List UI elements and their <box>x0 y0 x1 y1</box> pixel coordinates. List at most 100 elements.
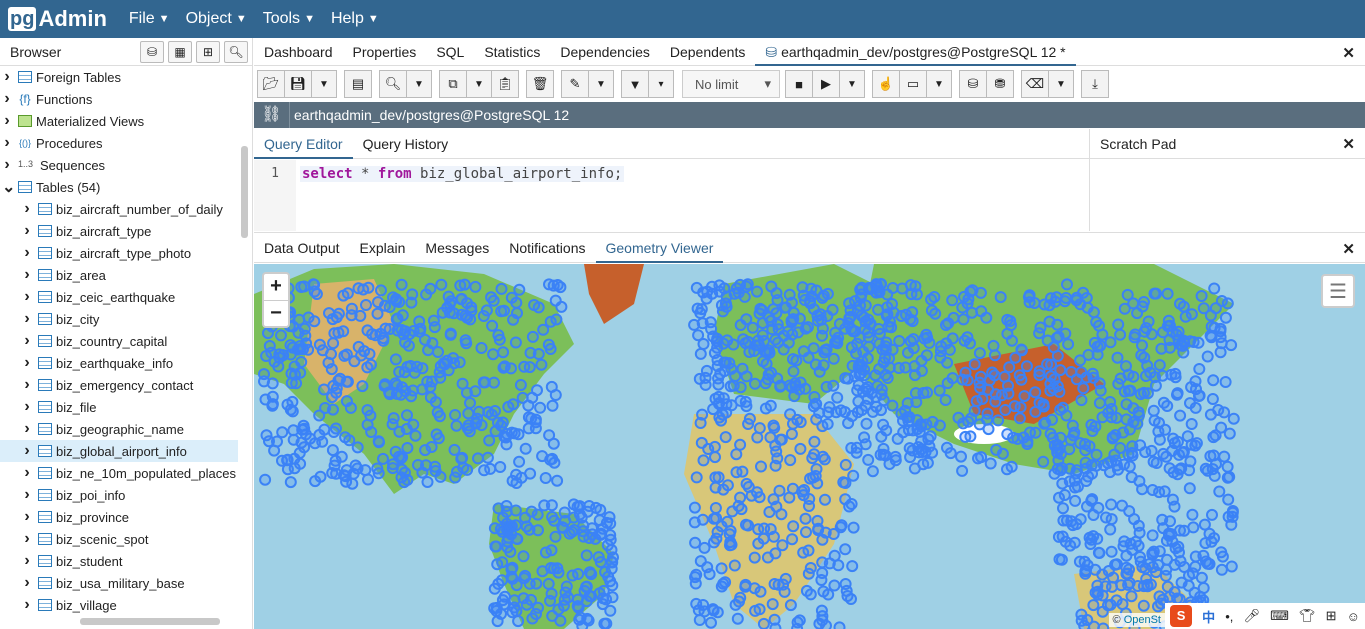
airport-point[interactable] <box>478 464 491 477</box>
airport-point[interactable] <box>880 424 893 437</box>
airport-point[interactable] <box>742 418 755 430</box>
menu-tools[interactable]: Tools ▼ <box>263 10 315 28</box>
airport-point[interactable] <box>491 558 504 571</box>
airport-point[interactable] <box>808 435 821 448</box>
airport-point[interactable] <box>313 428 326 441</box>
airport-point[interactable] <box>1206 508 1218 521</box>
airport-point[interactable] <box>319 402 332 414</box>
airport-point[interactable] <box>761 551 774 564</box>
airport-point[interactable] <box>756 304 769 317</box>
airport-point[interactable] <box>723 528 736 541</box>
airport-point[interactable] <box>351 441 364 454</box>
tree-item[interactable]: › biz_geographic_name <box>0 418 238 440</box>
airport-point[interactable] <box>348 355 361 368</box>
airport-point[interactable] <box>921 456 934 469</box>
airport-point[interactable] <box>904 335 917 348</box>
airport-point[interactable] <box>549 530 562 543</box>
airport-point[interactable] <box>1164 515 1176 528</box>
airport-point[interactable] <box>855 404 868 416</box>
airport-point[interactable] <box>421 476 434 488</box>
airport-point[interactable] <box>1128 331 1141 344</box>
airport-point[interactable] <box>1089 420 1102 433</box>
tree-item[interactable]: › biz_usa_military_base <box>0 572 238 594</box>
airport-point[interactable] <box>708 347 721 359</box>
airport-point[interactable] <box>389 353 402 366</box>
airport-point[interactable] <box>360 299 372 311</box>
airport-point[interactable] <box>842 417 855 430</box>
tree-item[interactable]: › biz_aircraft_type_photo <box>0 242 238 264</box>
airport-point[interactable] <box>604 517 617 530</box>
airport-point[interactable] <box>1123 460 1136 473</box>
airport-point[interactable] <box>770 287 783 300</box>
airport-point[interactable] <box>488 602 501 615</box>
airport-point[interactable] <box>383 386 396 399</box>
airport-point[interactable] <box>699 378 712 391</box>
airport-point[interactable] <box>1054 364 1067 377</box>
chevron-right-icon[interactable]: › <box>2 156 12 174</box>
airport-point[interactable] <box>490 540 503 553</box>
airport-point[interactable] <box>1018 390 1031 403</box>
airport-point[interactable] <box>1105 411 1118 424</box>
airport-point[interactable] <box>893 335 906 347</box>
tab-query-tool[interactable]: ⛁ earthqadmin_dev/postgres@PostgreSQL 12 … <box>755 38 1076 66</box>
tree-item[interactable]: › biz_country_capital <box>0 330 238 352</box>
airport-point[interactable] <box>892 362 905 374</box>
chevron-right-icon[interactable]: › <box>22 332 32 350</box>
osm-link[interactable]: OpenSt <box>1124 614 1161 626</box>
airport-point[interactable] <box>1195 571 1208 584</box>
stop-icon[interactable]: ■ <box>785 70 813 98</box>
airport-point[interactable] <box>1116 598 1129 611</box>
airport-point[interactable] <box>383 323 396 335</box>
airport-point[interactable] <box>487 294 500 307</box>
airport-point[interactable] <box>1114 372 1127 385</box>
airport-point[interactable] <box>1165 368 1178 381</box>
airport-point[interactable] <box>443 306 456 319</box>
airport-point[interactable] <box>1063 443 1076 456</box>
airport-point[interactable] <box>1174 409 1187 422</box>
airport-point[interactable] <box>507 398 520 411</box>
tree-item[interactable]: ⌄ Tables (54) <box>0 176 238 198</box>
airport-point[interactable] <box>1218 406 1231 419</box>
airport-point[interactable] <box>787 306 800 319</box>
airport-point[interactable] <box>1110 558 1123 571</box>
tree-item[interactable]: › biz_village <box>0 594 238 614</box>
airport-point[interactable] <box>510 468 523 481</box>
airport-point[interactable] <box>531 384 543 397</box>
airport-point[interactable] <box>1120 360 1132 373</box>
airport-point[interactable] <box>444 328 457 341</box>
airport-point[interactable] <box>1117 426 1130 439</box>
airport-point[interactable] <box>483 434 496 447</box>
airport-point[interactable] <box>1225 560 1238 573</box>
airport-point[interactable] <box>1140 370 1152 382</box>
airport-point[interactable] <box>755 460 767 473</box>
airport-point[interactable] <box>727 338 740 351</box>
airport-point[interactable] <box>532 301 545 314</box>
airport-point[interactable] <box>266 377 279 390</box>
airport-point[interactable] <box>259 473 272 486</box>
airport-point[interactable] <box>518 360 531 373</box>
airport-point[interactable] <box>749 377 761 390</box>
airport-point[interactable] <box>727 379 740 392</box>
airport-point[interactable] <box>1150 287 1162 300</box>
airport-point[interactable] <box>1222 493 1235 506</box>
airport-point[interactable] <box>783 491 796 504</box>
airport-point[interactable] <box>865 387 878 400</box>
airport-point[interactable] <box>1013 412 1026 425</box>
airport-point[interactable] <box>544 453 557 466</box>
airport-point[interactable] <box>764 399 777 412</box>
airport-point[interactable] <box>767 303 780 316</box>
airport-point[interactable] <box>1084 538 1097 550</box>
airport-point[interactable] <box>1185 418 1198 430</box>
airport-point[interactable] <box>299 329 312 342</box>
airport-point[interactable] <box>988 349 1001 362</box>
airport-point[interactable] <box>941 356 954 369</box>
airport-point[interactable] <box>776 539 789 552</box>
airport-point[interactable] <box>1002 387 1015 400</box>
airport-point[interactable] <box>362 281 375 294</box>
airport-point[interactable] <box>475 342 488 354</box>
airport-point[interactable] <box>854 291 867 304</box>
airport-point[interactable] <box>731 612 744 625</box>
airport-point[interactable] <box>1096 328 1109 341</box>
tab-statistics[interactable]: Statistics <box>474 38 550 66</box>
airport-point[interactable] <box>946 372 959 385</box>
